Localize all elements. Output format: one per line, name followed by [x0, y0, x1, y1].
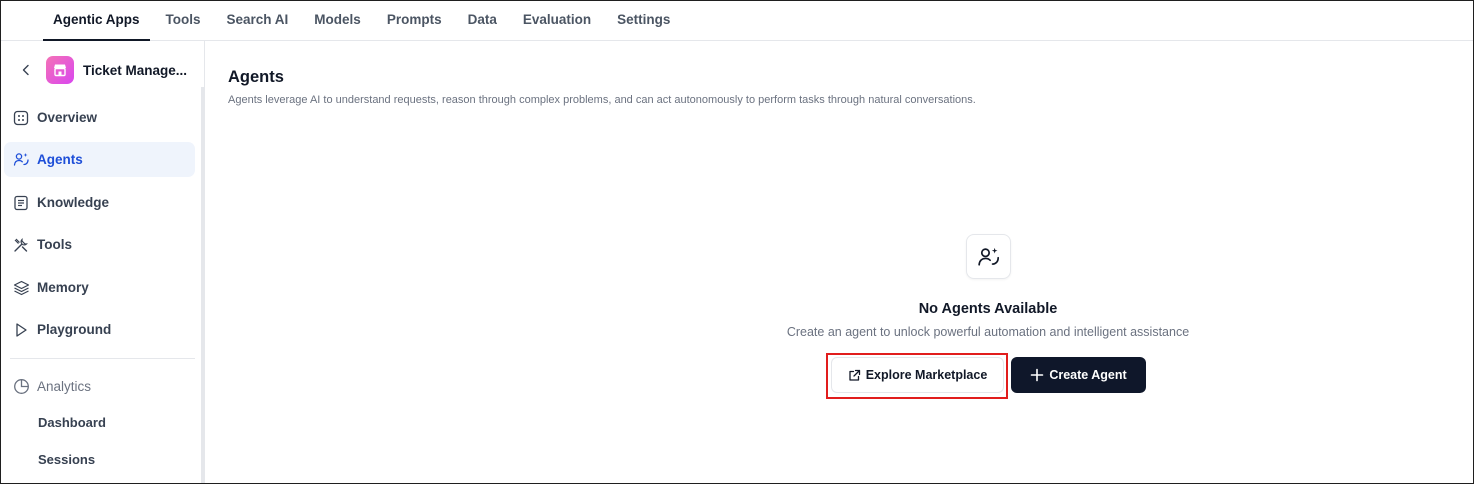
- page-title: Agents: [228, 68, 284, 86]
- tab-search-ai[interactable]: Search AI: [214, 0, 302, 40]
- document-icon: [12, 194, 30, 212]
- sidebar-item-analytics[interactable]: Analytics: [4, 369, 195, 404]
- sidebar-subitem-sessions[interactable]: Sessions: [38, 452, 95, 467]
- sidebar-item-label: Playground: [37, 322, 112, 337]
- app-logo: [46, 56, 74, 84]
- app-name: Ticket Manage...: [83, 62, 188, 78]
- sidebar-item-memory[interactable]: Memory: [4, 270, 195, 305]
- sidebar-scrollbar[interactable]: [201, 87, 204, 484]
- tab-data[interactable]: Data: [455, 0, 510, 40]
- tab-agentic-apps[interactable]: Agentic Apps: [40, 0, 153, 41]
- sidebar-item-label: Analytics: [37, 379, 92, 394]
- agents-icon: [12, 151, 30, 169]
- explore-marketplace-button[interactable]: Explore Marketplace: [831, 357, 1004, 393]
- page-description: Agents leverage AI to understand request…: [228, 94, 976, 106]
- sidebar-item-playground[interactable]: Playground: [4, 312, 195, 347]
- tab-models[interactable]: Models: [301, 0, 374, 40]
- sidebar-item-label: Tools: [37, 237, 72, 252]
- sidebar-item-label: Agents: [37, 152, 83, 167]
- external-link-icon: [848, 369, 861, 382]
- sidebar-divider: [10, 358, 195, 359]
- main-content: Agents Agents leverage AI to understand …: [206, 41, 1474, 484]
- sidebar-item-label: Overview: [37, 110, 98, 125]
- back-button[interactable]: [16, 60, 36, 80]
- app-header: Ticket Manage...: [0, 51, 200, 89]
- sidebar-item-label: Memory: [37, 280, 89, 295]
- create-agent-button[interactable]: Create Agent: [1011, 357, 1146, 393]
- tab-tools[interactable]: Tools: [153, 0, 214, 40]
- grid-icon: [12, 109, 30, 127]
- pie-chart-icon: [12, 378, 30, 396]
- empty-state-title: No Agents Available: [918, 301, 1058, 317]
- create-agent-label: Create Agent: [1049, 368, 1127, 382]
- sidebar: Ticket Manage... Overview Agents Knowled…: [0, 41, 205, 484]
- tab-prompts[interactable]: Prompts: [374, 0, 455, 40]
- empty-state-subtitle: Create an agent to unlock powerful autom…: [786, 325, 1190, 339]
- tools-icon: [12, 236, 30, 254]
- sidebar-item-tools[interactable]: Tools: [4, 227, 195, 262]
- sidebar-item-agents[interactable]: Agents: [4, 142, 195, 177]
- store-icon: [54, 64, 66, 77]
- sidebar-item-knowledge[interactable]: Knowledge: [4, 185, 195, 220]
- explore-marketplace-label: Explore Marketplace: [865, 368, 988, 382]
- tab-settings[interactable]: Settings: [604, 0, 683, 40]
- play-icon: [12, 321, 30, 339]
- plus-icon: [1030, 368, 1044, 382]
- chevron-left-icon: [22, 64, 29, 76]
- sidebar-subitem-dashboard[interactable]: Dashboard: [38, 415, 106, 430]
- agents-icon: [977, 247, 999, 266]
- top-navigation: Agentic Apps Tools Search AI Models Prom…: [0, 0, 1474, 41]
- sidebar-item-label: Knowledge: [37, 195, 110, 210]
- sidebar-item-overview[interactable]: Overview: [4, 100, 195, 135]
- tab-evaluation[interactable]: Evaluation: [510, 0, 604, 40]
- empty-state-icon-box: [966, 234, 1011, 279]
- layers-icon: [12, 279, 30, 297]
